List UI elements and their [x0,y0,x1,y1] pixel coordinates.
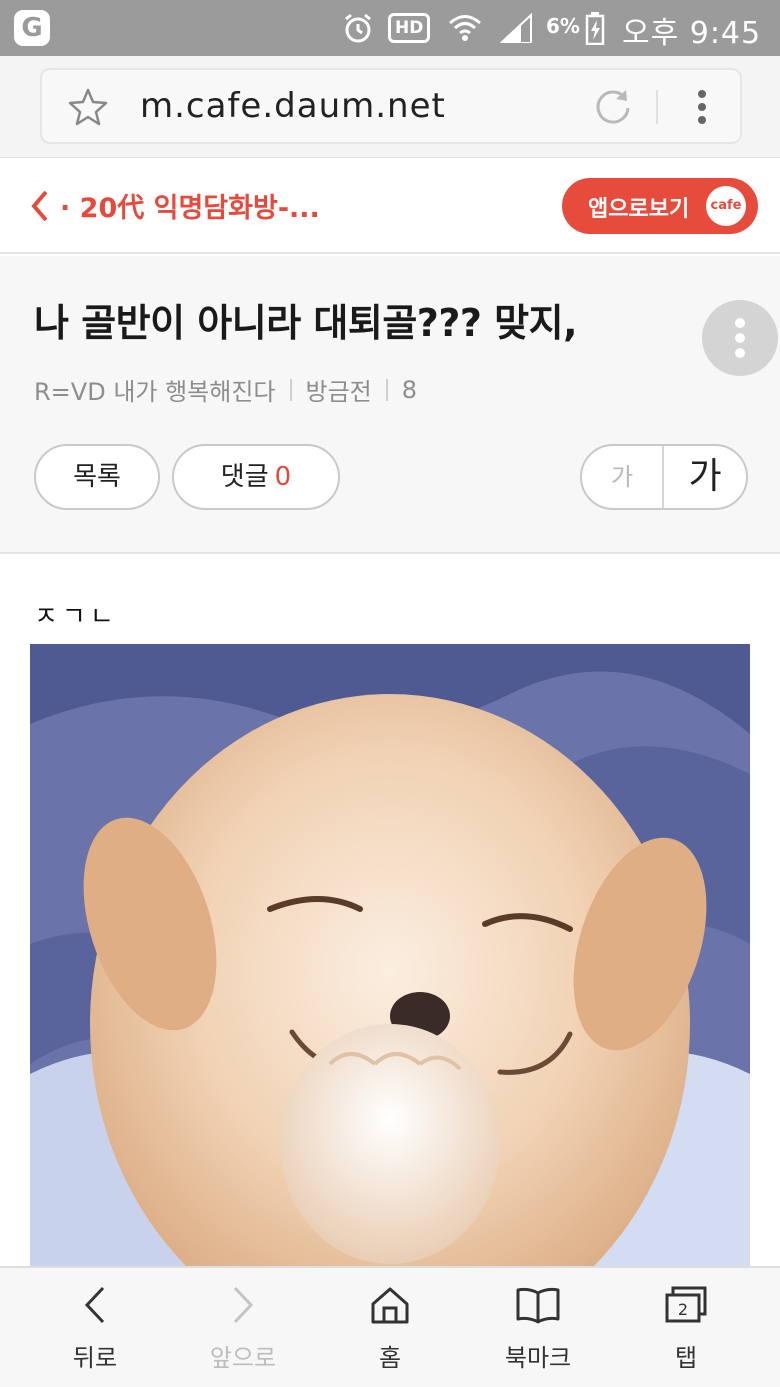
back-arrow-icon [35,1282,155,1328]
toolbar-divider [656,90,658,124]
battery-charging-icon [584,10,606,46]
font-size-large-button[interactable]: 가 [664,446,746,508]
meta-divider [289,378,292,401]
forward-arrow-icon [183,1282,303,1328]
tabs-count-badge: 2 [678,1300,688,1319]
comments-label: 댓글 [220,462,269,492]
nav-tabs-button[interactable]: 2 탭 [626,1282,746,1382]
nav-bookmarks-label: 북마크 [504,1344,572,1372]
status-bar: G HD 6% 오후 9:45 [0,0,780,56]
url-text[interactable]: m.cafe.daum.net [140,86,446,126]
post-more-button[interactable] [702,300,778,376]
hd-label: HD [388,13,431,43]
comments-count: 0 [274,462,292,492]
bookmark-book-icon [478,1282,598,1328]
font-size-toggle: 가 가 [580,444,748,510]
post-meta: R=VD 내가 행복해진다 방금전 8 [34,372,417,407]
bottom-navigation: 뒤로 앞으로 홈 북마크 2 탭 [0,1266,780,1387]
cafe-logo-icon: cafe [706,186,746,226]
nav-bookmarks-button[interactable]: 북마크 [478,1282,598,1382]
post-header: 나 골반이 아니라 대퇴골??? 맞지, R=VD 내가 행복해진다 방금전 8… [0,256,780,554]
alarm-icon [340,10,376,46]
battery-percent: 6% [546,14,580,38]
open-in-app-button[interactable]: 앱으로보기 cafe [562,178,758,234]
home-icon [330,1282,450,1328]
post-image-puppy[interactable] [30,644,750,1268]
back-chevron-icon[interactable] [28,188,52,228]
wifi-icon [446,10,484,46]
nav-home-button[interactable]: 홈 [330,1282,450,1382]
nav-forward-button[interactable]: 앞으로 [183,1282,303,1382]
notification-app-icon: G [14,10,50,46]
address-bar[interactable]: m.cafe.daum.net [40,68,742,144]
nav-back-label: 뒤로 [72,1344,118,1372]
post-views: 8 [401,375,418,404]
post-author[interactable]: R=VD 내가 행복해진다 [34,372,276,407]
post-time: 방금전 [305,378,372,406]
hd-icon: HD [388,10,431,46]
nav-tabs-label: 탭 [674,1344,698,1372]
font-size-small-button[interactable]: 가 [582,446,664,508]
more-vertical-icon [734,317,746,363]
bookmark-star-icon[interactable] [68,88,108,130]
list-button[interactable]: 목록 [34,444,160,510]
tabs-icon: 2 [626,1282,746,1328]
more-vertical-icon[interactable] [682,86,722,128]
post-title: 나 골반이 아니라 대퇴골??? 맞지, [34,301,578,345]
meta-divider [385,378,388,401]
nav-home-label: 홈 [378,1344,402,1372]
browser-toolbar: m.cafe.daum.net [0,56,780,158]
reload-icon[interactable] [592,86,634,132]
comments-button[interactable]: 댓글 0 [172,444,340,510]
open-in-app-label: 앱으로보기 [588,197,690,222]
cafe-header: · 20代 익명담화방-... 앱으로보기 cafe [0,158,780,254]
nav-forward-label: 앞으로 [209,1344,277,1372]
clock: 오후 9:45 [622,16,762,51]
post-body-text: ㅈㄱㄴ [34,602,118,632]
signal-icon [498,10,534,46]
nav-back-button[interactable]: 뒤로 [35,1282,155,1382]
cafe-name-link[interactable]: · 20代 익명담화방-... [60,186,320,225]
